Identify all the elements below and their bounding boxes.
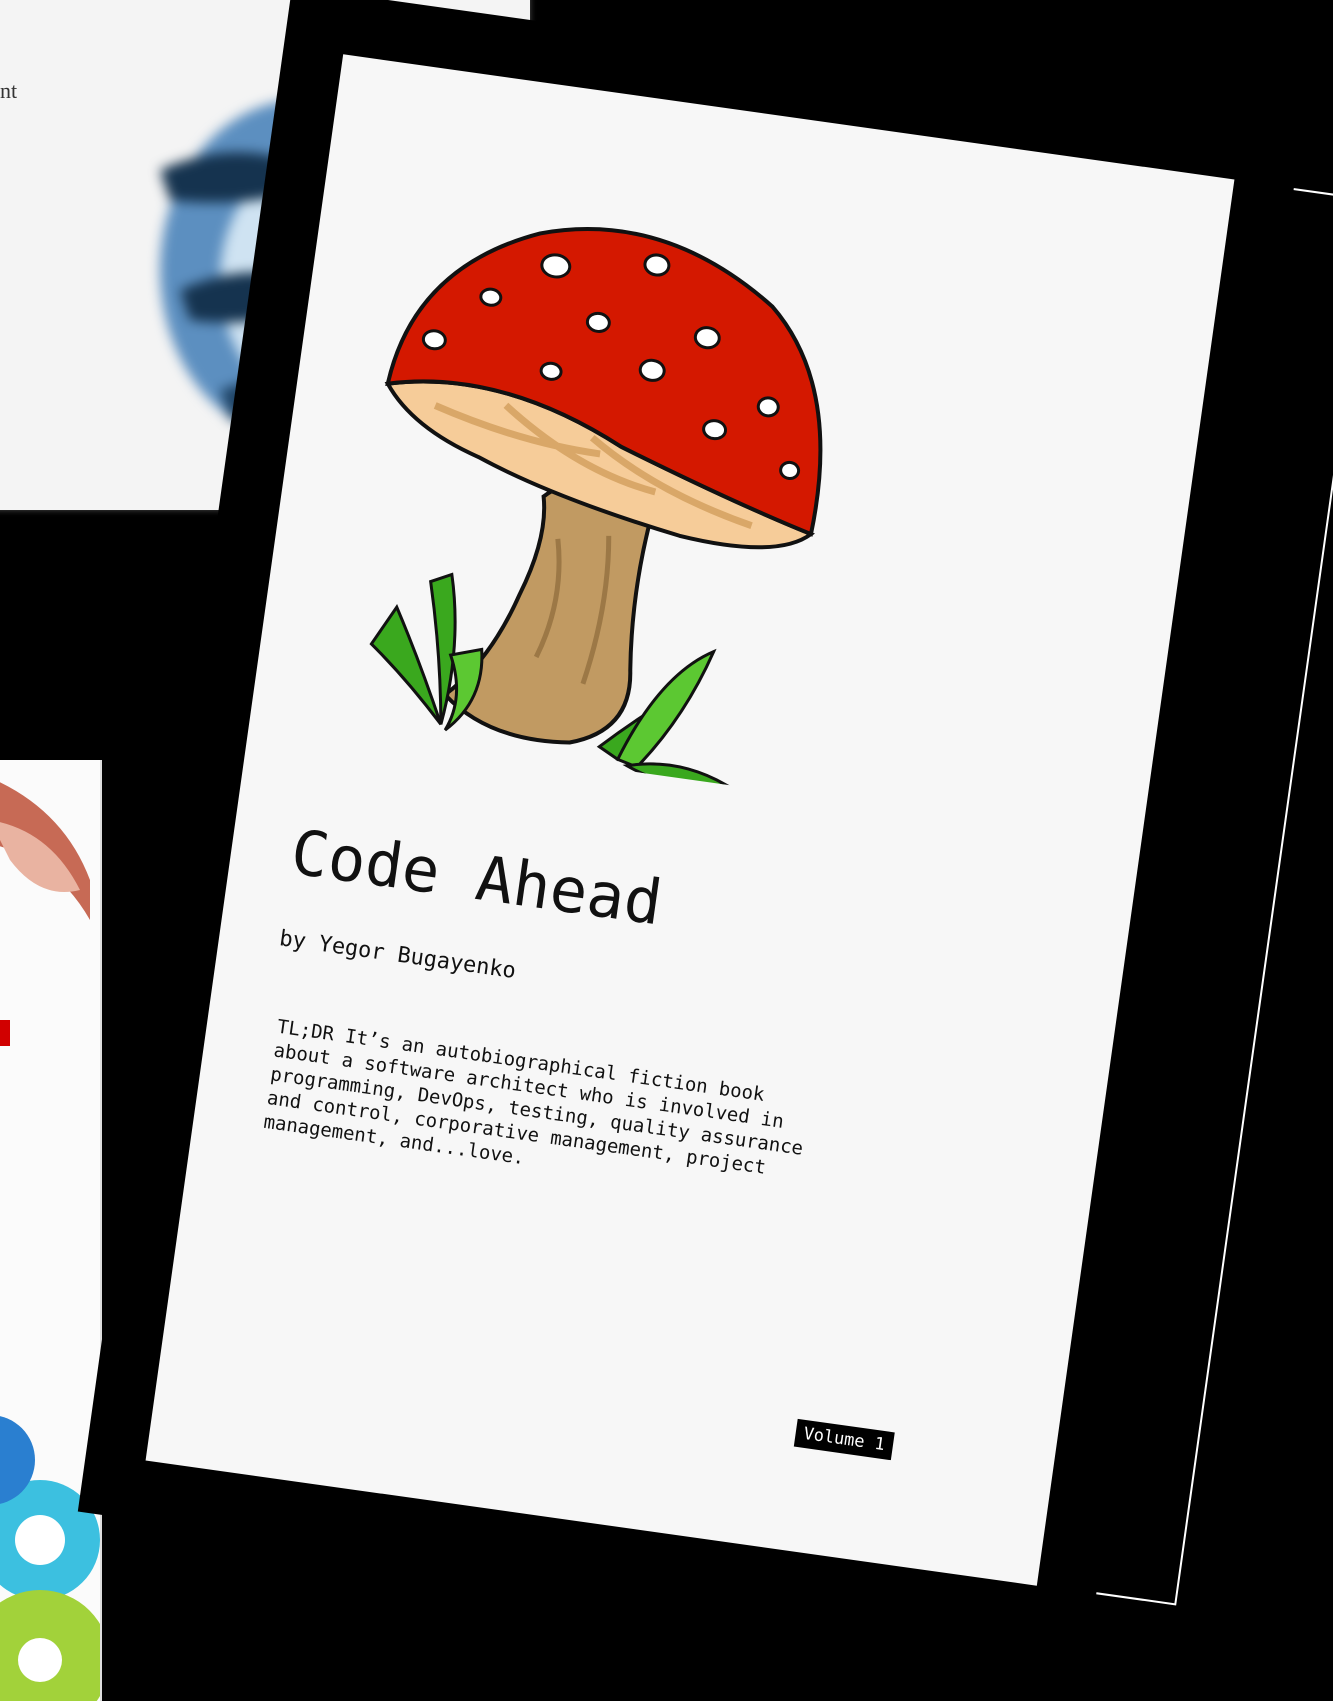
background-book-bottom [0,760,102,1701]
book-author: by Yegor Bugayenko [277,926,518,985]
book-summary: TL;DR It’s an autobiographical fiction b… [262,1015,805,1179]
background-book-partial-text: nt [0,78,18,103]
book-title: Code Ahead [286,815,667,940]
volume-badge: Volume 1 [793,1418,895,1461]
mushroom-illustration [369,227,823,788]
photo-scene: nt Code Ahead by Yegor Bugayenko TL;DR I… [0,0,1333,1701]
background-book-bottom-art [0,760,100,1701]
